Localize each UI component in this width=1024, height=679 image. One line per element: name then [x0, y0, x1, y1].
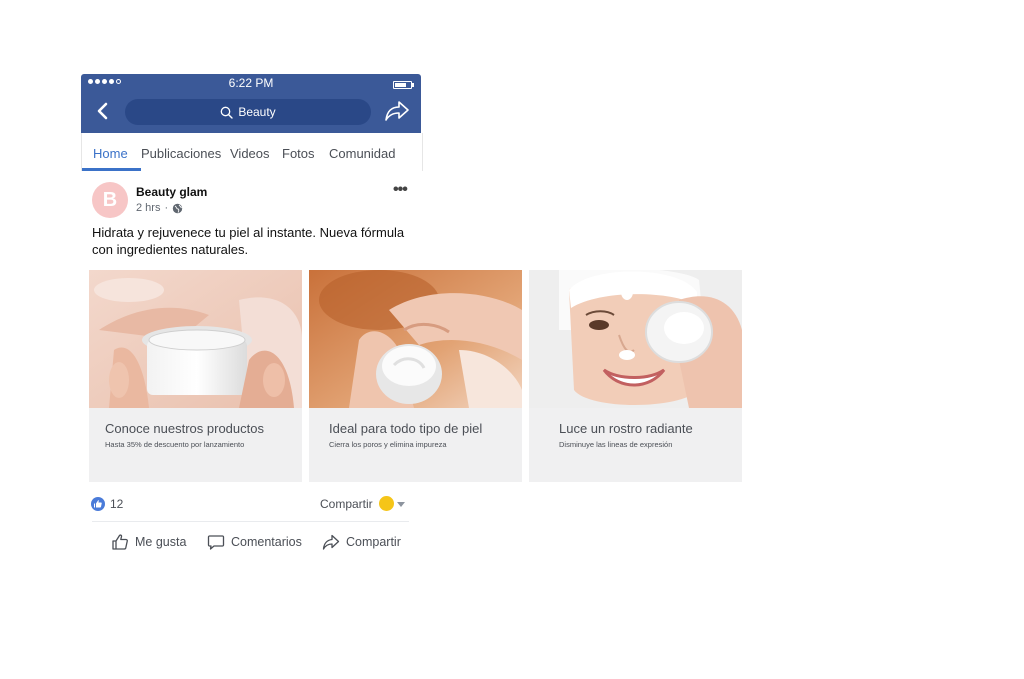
like-reaction-icon[interactable]	[91, 497, 105, 511]
tab-fotos[interactable]: Fotos	[282, 146, 315, 161]
card-subtitle: Hasta 35% de descuento por lanzamiento	[105, 440, 245, 449]
app-header: 6:22 PM Beauty	[81, 74, 421, 133]
tab-videos[interactable]: Videos	[230, 146, 270, 161]
active-tab-indicator	[82, 168, 141, 171]
share-icon[interactable]	[384, 99, 410, 123]
smiling-woman-image	[529, 270, 742, 408]
cream-application-image	[309, 270, 522, 408]
share-arrow-icon	[322, 534, 340, 550]
battery-icon	[393, 81, 414, 89]
like-button-label: Me gusta	[135, 535, 187, 549]
share-button[interactable]: Compartir	[322, 532, 401, 552]
comment-icon	[207, 535, 225, 550]
status-time: 6:22 PM	[228, 76, 274, 90]
card-title: Luce un rostro radiante	[559, 421, 693, 436]
post-text: Hidrata y rejuvenece tu piel al instante…	[92, 225, 405, 257]
chevron-down-icon[interactable]	[397, 502, 405, 507]
tab-publicaciones[interactable]: Publicaciones	[141, 146, 221, 161]
post-author[interactable]: Beauty glam	[136, 185, 207, 199]
share-count-label[interactable]: Compartir	[320, 497, 373, 511]
card-title: Conoce nuestros productos	[105, 421, 264, 436]
cream-jar-hands-image	[89, 270, 302, 408]
card-title: Ideal para todo tipo de piel	[329, 421, 483, 436]
card-subtitle: Cierra los poros y elimina impureza	[329, 440, 447, 449]
divider	[92, 521, 409, 522]
post-time[interactable]: 2 hrs	[136, 202, 160, 214]
avatar[interactable]: B	[92, 182, 128, 218]
carousel-card-1[interactable]: Conoce nuestros productos Hasta 35% de d…	[89, 270, 302, 482]
post-meta: 2 hrs ·	[136, 202, 183, 214]
tab-comunidad[interactable]: Comunidad	[329, 146, 396, 161]
globe-icon	[172, 203, 183, 213]
comment-button[interactable]: Comentarios	[207, 532, 302, 552]
tab-home[interactable]: Home	[93, 146, 128, 161]
carousel-card-3[interactable]: Luce un rostro radiante Disminuye las li…	[529, 270, 742, 482]
back-arrow-icon[interactable]	[92, 100, 114, 122]
search-input[interactable]: Beauty	[125, 99, 371, 125]
page-tabs: Home Publicaciones Videos Fotos Comunida…	[81, 133, 423, 171]
like-button[interactable]: Me gusta	[111, 532, 186, 552]
thumbs-up-icon	[112, 534, 128, 550]
more-options-icon[interactable]: •••	[393, 182, 413, 199]
search-text: Beauty	[238, 105, 276, 119]
search-icon	[220, 106, 234, 119]
like-count[interactable]: 12	[110, 497, 123, 511]
comment-button-label: Comentarios	[231, 535, 302, 549]
meta-separator: ·	[164, 202, 169, 214]
profile-avatar-icon[interactable]	[379, 496, 394, 511]
carousel-card-2[interactable]: Ideal para todo tipo de piel Cierra los …	[309, 270, 522, 482]
card-subtitle: Disminuye las lineas de expresión	[559, 440, 673, 449]
share-button-label: Compartir	[346, 535, 401, 549]
